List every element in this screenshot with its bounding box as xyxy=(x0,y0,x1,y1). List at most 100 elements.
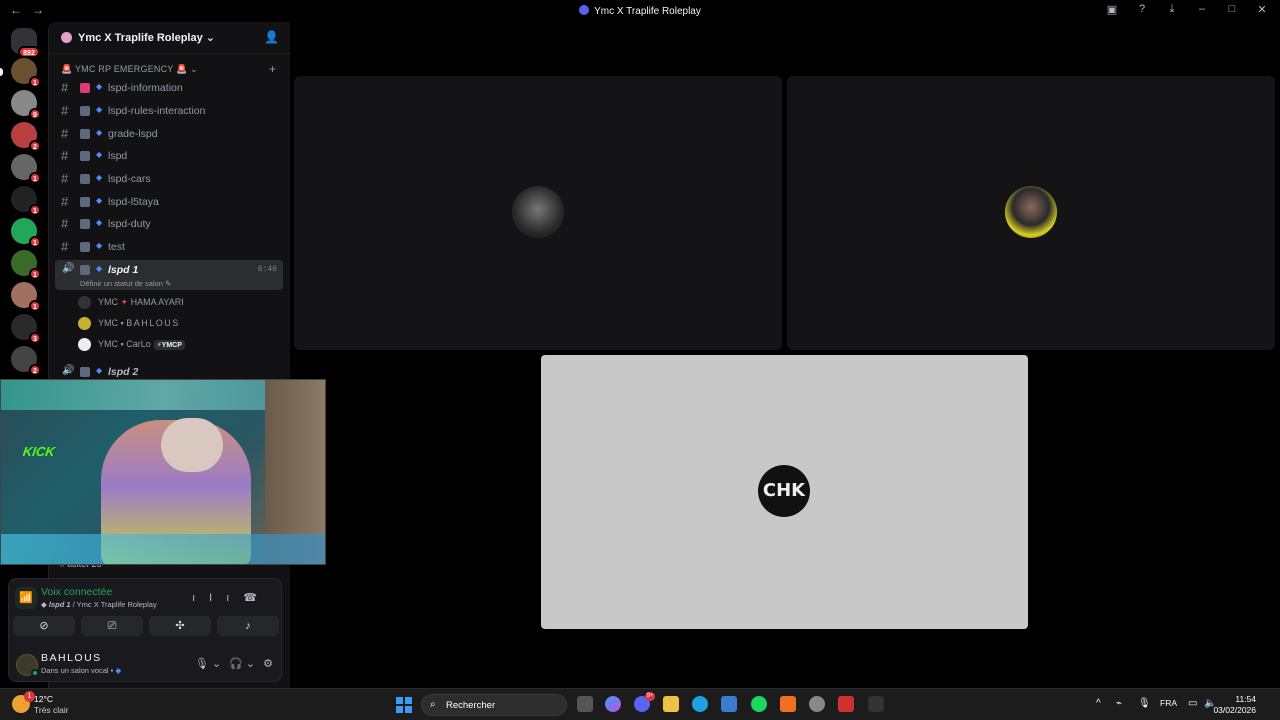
minimize-button[interactable]: – xyxy=(1194,3,1210,16)
close-button[interactable]: ✕ xyxy=(1254,3,1270,16)
server-icon[interactable]: 2 xyxy=(11,122,41,152)
server-icon[interactable]: 9 xyxy=(11,90,41,120)
activities-button[interactable]: ✣ xyxy=(149,616,211,636)
temperature[interactable]: 12°C xyxy=(34,694,53,704)
voice-user[interactable]: YMC ✦ HAMA AYARI xyxy=(78,293,278,313)
weather-icon[interactable]: 1 xyxy=(12,691,35,713)
channel-lspd-duty[interactable]: # ◆ lspd-duty xyxy=(55,214,283,234)
voice-connected-label[interactable]: Voix connectée xyxy=(41,586,112,598)
clock-time[interactable]: 11:54 xyxy=(1235,694,1256,704)
avatar: CHK xyxy=(758,465,810,517)
channel-lspd-cars[interactable]: # ◆ lspd-cars xyxy=(55,169,283,189)
username[interactable]: BAHLOUS xyxy=(41,652,102,664)
hash-icon: # xyxy=(61,126,69,141)
video-tile-speaking[interactable]: CHK xyxy=(541,355,1028,629)
window-title-text: Ymc X Traplife Roleplay xyxy=(594,6,701,17)
download-icon[interactable]: ⤓ xyxy=(1164,3,1180,16)
settings-gear-icon[interactable]: ⚙ xyxy=(263,657,273,670)
channel-test[interactable]: # ◆ test xyxy=(55,237,283,257)
server-icon[interactable]: 1 xyxy=(11,282,41,312)
file-explorer-icon[interactable] xyxy=(663,696,679,712)
app-icon[interactable] xyxy=(838,696,854,712)
avatar xyxy=(512,186,564,238)
create-channel-icon[interactable]: + xyxy=(269,62,276,76)
app-icon[interactable] xyxy=(868,696,884,712)
inbox-icon[interactable]: ▣ xyxy=(1104,3,1120,16)
app-icon[interactable] xyxy=(809,696,825,712)
search-box[interactable]: ⌕ Rechercher xyxy=(421,694,567,716)
soundboard-button[interactable]: ♪ xyxy=(217,616,279,636)
mic-tray-icon[interactable]: 🎙 xyxy=(1138,698,1151,709)
language-indicator[interactable]: FRA xyxy=(1160,698,1177,708)
user-status: Dans un salon vocal • ◆ xyxy=(41,666,122,675)
task-view-icon[interactable] xyxy=(577,696,593,712)
hash-icon: # xyxy=(61,103,69,118)
channel-lspd[interactable]: # ◆ lspd xyxy=(55,146,283,166)
diamond-icon: ◆ xyxy=(96,366,103,375)
screen-share-button[interactable]: ⎚ xyxy=(81,616,143,636)
channel-name: lspd 1 xyxy=(108,264,139,276)
diamond-icon: ◆ xyxy=(96,241,103,250)
officer-icon xyxy=(80,174,90,184)
network-icon[interactable]: ⌁ xyxy=(1116,698,1122,709)
tray-chevron-icon[interactable]: ^ xyxy=(1096,698,1101,709)
spotify-icon[interactable] xyxy=(751,696,767,712)
diamond-icon: ◆ xyxy=(96,150,103,159)
channel-name: lspd-information xyxy=(108,82,183,94)
headset-icon[interactable]: 🎧 ⌄ xyxy=(229,657,255,670)
display-icon[interactable]: ▭ xyxy=(1188,698,1197,709)
microphone-icon[interactable]: 🎙 ⌄ xyxy=(195,657,221,670)
channel-name: lspd xyxy=(108,150,128,162)
video-tile[interactable] xyxy=(787,76,1275,350)
voice-user[interactable]: YMC ▪ CarLo ⚡YMCP xyxy=(78,335,278,355)
officer-icon xyxy=(80,129,90,139)
category-header[interactable]: 🚨 YMC RP EMERGENCY 🚨 ⌄ xyxy=(61,64,198,75)
officer-icon xyxy=(80,197,90,207)
server-icon[interactable]: 1 xyxy=(11,186,41,216)
voice-channel-lspd-1[interactable]: 🔊 ◆ lspd 1 6:46 Définir un statut de sal… xyxy=(55,260,283,290)
officer-icon xyxy=(80,219,90,229)
channel-lspd-l5taya[interactable]: # ◆ lspd-l5taya xyxy=(55,192,283,212)
server-icon[interactable]: 3 xyxy=(11,314,41,344)
help-icon[interactable]: ? xyxy=(1134,3,1150,16)
weather-text[interactable]: Très clair xyxy=(34,705,69,715)
direct-messages-button[interactable]: 892 xyxy=(11,28,40,58)
discord-app-icon[interactable]: 9+ xyxy=(634,692,655,712)
channel-status-button[interactable]: Définir un statut de salon ✎ xyxy=(80,279,171,288)
add-member-icon[interactable]: 👤 xyxy=(264,30,279,44)
home-badge: 892 xyxy=(18,46,40,58)
voice-location[interactable]: ◆ lspd 1 / Ymc X Traplife Roleplay xyxy=(41,600,157,609)
signal-icon[interactable]: 📶 xyxy=(15,587,37,609)
store-icon[interactable] xyxy=(721,696,737,712)
maximize-button[interactable]: □ xyxy=(1224,3,1240,16)
avatar[interactable] xyxy=(16,654,39,677)
server-icon[interactable]: 1 xyxy=(11,250,41,280)
server-icon[interactable]: 1 xyxy=(11,218,41,248)
server-icon[interactable]: 1 xyxy=(11,58,41,88)
server-icon[interactable]: 1 xyxy=(11,154,41,184)
hash-icon: # xyxy=(61,216,69,231)
server-badge: 3 xyxy=(29,332,41,344)
server-name: Ymc X Traplife Roleplay ⌄ xyxy=(78,32,215,44)
camera-off-button[interactable]: ⊘ xyxy=(13,616,75,636)
voice-user[interactable]: YMC ▪ BAHLOUS xyxy=(78,314,278,334)
voice-actions: ıIı☎ xyxy=(192,591,271,604)
server-badge: 1 xyxy=(29,172,41,184)
app-icon[interactable] xyxy=(780,696,796,712)
channel-lspd-rules-interaction[interactable]: # ◆ lspd-rules-interaction xyxy=(55,101,283,121)
clock-date[interactable]: 03/02/2026 xyxy=(1213,705,1256,715)
start-button[interactable] xyxy=(396,697,412,713)
hash-icon: # xyxy=(61,148,69,163)
disconnect-icon[interactable]: ☎ xyxy=(243,592,271,604)
copilot-icon[interactable] xyxy=(605,696,621,712)
windows-taskbar: 1 12°C Très clair ⌕ Rechercher 9+ ^ ⌁ 🎙 … xyxy=(0,688,1280,720)
edge-icon[interactable] xyxy=(692,696,708,712)
server-icon[interactable]: 2 xyxy=(11,346,41,376)
server-tag-badge: ⚡YMCP xyxy=(153,340,185,350)
video-tile[interactable] xyxy=(294,76,782,350)
channel-grade-lspd[interactable]: # ◆ grade-lspd xyxy=(55,124,283,144)
server-header[interactable]: Ymc X Traplife Roleplay ⌄ 👤 xyxy=(49,22,291,54)
noise-suppression-icon[interactable]: ıIı xyxy=(192,592,243,604)
channel-lspd-information[interactable]: # ◆ lspd-information xyxy=(55,78,283,98)
voice-panel: 📶 Voix connectée ◆ lspd 1 / Ymc X Trapli… xyxy=(8,578,282,682)
